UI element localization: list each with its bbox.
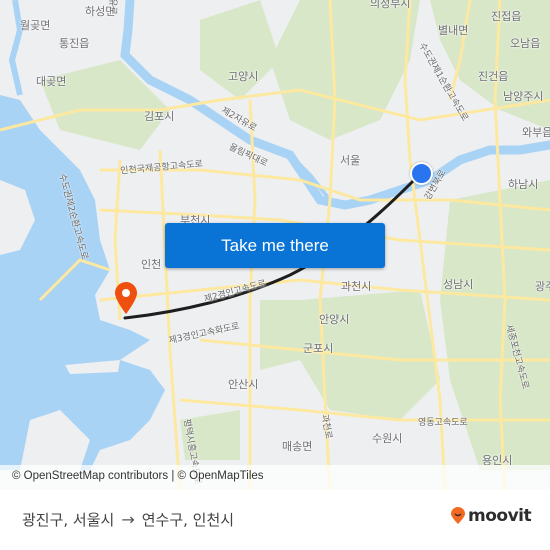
footer: 광진구, 서울시 → 연수구, 인천시 moovit bbox=[0, 490, 550, 550]
origin-marker[interactable] bbox=[410, 162, 433, 185]
map-label: 진건읍 bbox=[478, 70, 509, 83]
map-label: 김포시 bbox=[144, 110, 175, 123]
map[interactable]: 하성면 월곶면 통진읍 대곶면 김포시 고양시 의정부시 별내면 진접읍 오남읍… bbox=[0, 0, 550, 490]
map-attribution: © OpenStreetMap contributors | © OpenMap… bbox=[0, 465, 550, 490]
sea bbox=[0, 95, 165, 470]
destination-pin-icon[interactable] bbox=[114, 281, 138, 319]
map-label: 남양주시 bbox=[503, 90, 544, 103]
map-label: 하남시 bbox=[508, 178, 539, 191]
map-label: 고양시 bbox=[228, 70, 259, 83]
road-label: 영동고속도로 bbox=[418, 418, 468, 428]
road-label: 자유로 bbox=[107, 0, 117, 15]
map-label: 대곶면 bbox=[36, 75, 67, 88]
map-label: 월곶면 bbox=[20, 19, 51, 32]
moovit-logo[interactable]: moovit bbox=[450, 506, 532, 526]
map-label: 매송면 bbox=[282, 440, 313, 453]
map-label: 군포시 bbox=[303, 342, 334, 355]
map-label: 통진읍 bbox=[59, 37, 90, 50]
map-label: 별내면 bbox=[438, 24, 469, 37]
arrow-right-icon: → bbox=[121, 510, 135, 529]
map-label: 광주 bbox=[535, 280, 550, 293]
map-label: 인천 bbox=[141, 258, 162, 271]
map-label: 와부읍 bbox=[522, 126, 550, 139]
map-label: 안산시 bbox=[228, 378, 259, 391]
brand-name: moovit bbox=[468, 506, 532, 526]
destination-label: 연수구, 인천시 bbox=[141, 511, 235, 529]
map-label: 안양시 bbox=[319, 313, 350, 326]
map-label: 서울 bbox=[340, 154, 361, 167]
map-label: 성남시 bbox=[443, 278, 474, 291]
map-label: 수원시 bbox=[372, 432, 403, 445]
map-label: 과천시 bbox=[341, 280, 372, 293]
take-me-there-button[interactable]: Take me there bbox=[165, 223, 385, 268]
map-label: 진접읍 bbox=[491, 10, 522, 23]
route-summary: 광진구, 서울시 → 연수구, 인천시 bbox=[22, 509, 234, 530]
attribution-text[interactable]: © OpenStreetMap contributors | © OpenMap… bbox=[12, 470, 264, 482]
map-label: 오남읍 bbox=[510, 37, 541, 50]
origin-label: 광진구, 서울시 bbox=[22, 511, 115, 529]
map-label: 의정부시 bbox=[370, 0, 411, 10]
moovit-pin-icon bbox=[451, 507, 465, 524]
